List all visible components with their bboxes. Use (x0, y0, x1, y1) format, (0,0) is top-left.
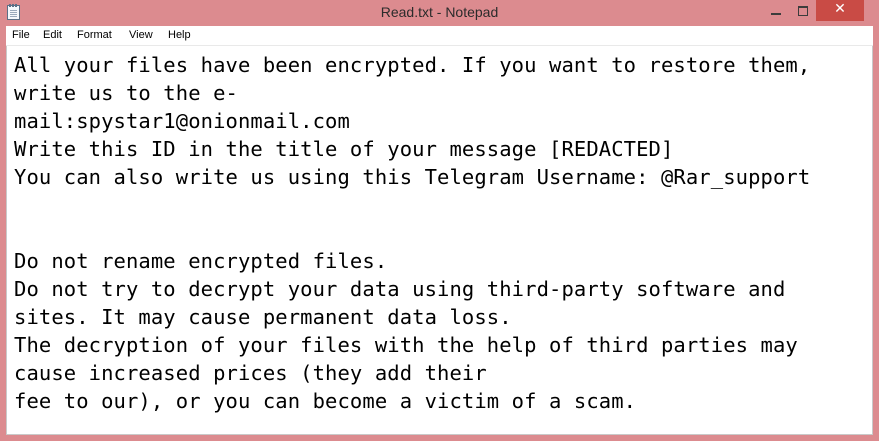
text-line: mail:spystar1@onionmail.com (14, 109, 350, 133)
text-editor-area[interactable]: All your files have been encrypted. If y… (6, 46, 873, 435)
text-line: write us to the e- (14, 81, 238, 105)
text-line: Do not try to decrypt your data using th… (14, 277, 786, 301)
close-icon: ✕ (834, 1, 846, 17)
text-line: Write this ID in the title of your messa… (14, 137, 674, 161)
notepad-window: Read.txt - Notepad ✕ File Edit Format Vi… (0, 0, 879, 441)
menu-help[interactable]: Help (168, 29, 191, 41)
menu-edit[interactable]: Edit (43, 29, 62, 41)
text-line: fee to our), or you can become a victim … (14, 389, 637, 413)
title-bar[interactable]: Read.txt - Notepad ✕ (0, 0, 879, 26)
minimize-button[interactable] (762, 0, 790, 21)
menu-bar: File Edit Format View Help (6, 26, 873, 46)
text-line: You can also write us using this Telegra… (14, 165, 811, 189)
window-title: Read.txt - Notepad (380, 4, 499, 20)
menu-format[interactable]: Format (77, 29, 112, 41)
text-line: The decryption of your files with the he… (14, 333, 798, 357)
menu-view[interactable]: View (129, 29, 153, 41)
text-line: cause increased prices (they add their (14, 361, 487, 385)
text-line: All your files have been encrypted. If y… (14, 53, 811, 77)
close-button[interactable]: ✕ (816, 0, 864, 21)
menu-file[interactable]: File (12, 29, 30, 41)
text-line: sites. It may cause permanent data loss. (14, 305, 512, 329)
maximize-button[interactable] (790, 0, 816, 21)
text-line: Do not rename encrypted files. (14, 249, 388, 273)
document-text[interactable]: All your files have been encrypted. If y… (14, 51, 859, 415)
